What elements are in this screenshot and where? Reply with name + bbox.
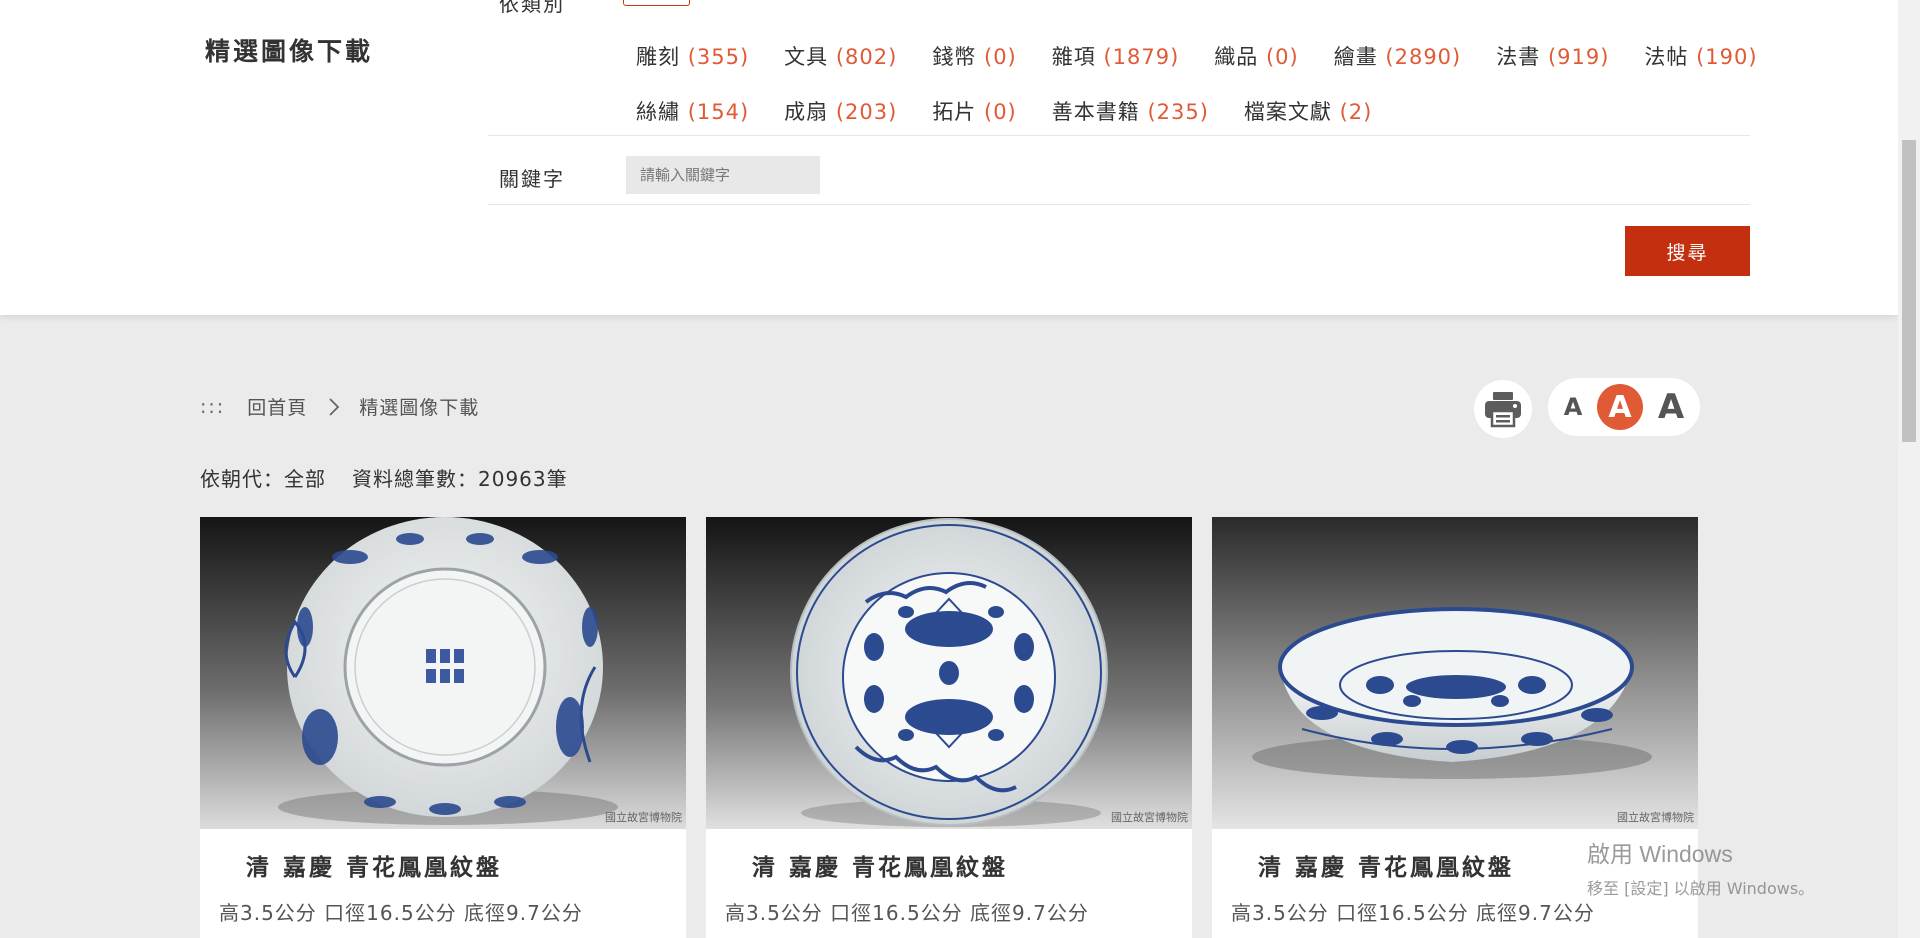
category-item-sculpture[interactable]: 雕刻 (355) [636, 41, 749, 71]
category-item-rare-books[interactable]: 善本書籍 (235) [1052, 96, 1209, 126]
divider [488, 135, 1750, 136]
category-item-embroidery[interactable]: 絲繡 (154) [636, 96, 749, 126]
artifact-image[interactable]: 國立故宮博物院 [200, 517, 686, 829]
windows-activation-title: 啟用 Windows [1587, 841, 1733, 867]
museum-watermark: 國立故宮博物院 [605, 811, 682, 824]
divider [488, 204, 1750, 205]
artifact-title[interactable]: 清 嘉慶 青花鳳凰紋盤 [1258, 848, 1514, 882]
font-size-large-button[interactable]: A [1652, 387, 1690, 427]
total-count: 資料總筆數：20963筆 [352, 467, 568, 491]
font-size-small-button[interactable]: A [1558, 393, 1588, 421]
museum-watermark: 國立故宮博物院 [1111, 811, 1188, 824]
chevron-right-icon [325, 396, 343, 418]
print-button[interactable] [1474, 380, 1532, 438]
category-row: 絲繡 (154) 成扇 (203) 拓片 (0) 善本書籍 (235) 檔案文獻… [636, 83, 1766, 138]
artifact-image[interactable]: 國立故宮博物院 [1212, 517, 1698, 829]
windows-activation-hint: 移至 [設定] 以啟用 Windows。 [1587, 879, 1815, 898]
category-item-calligraphy[interactable]: 法書 (919) [1496, 41, 1609, 71]
category-list: 雕刻 (355) 文具 (802) 錢幣 (0) 雜項 (1879) 織品 (0… [636, 28, 1766, 138]
scrollbar-thumb[interactable] [1902, 140, 1916, 442]
category-item-painting[interactable]: 繪畫 (2890) [1334, 41, 1462, 71]
vertical-scrollbar[interactable] [1898, 0, 1920, 938]
artifact-title[interactable]: 清 嘉慶 青花鳳凰紋盤 [752, 848, 1008, 882]
museum-watermark: 國立故宮博物院 [1617, 811, 1694, 824]
artifact-dimensions: 高3.5公分 口徑16.5公分 底徑9.7公分 [219, 901, 583, 925]
font-size-medium-button[interactable]: A [1597, 384, 1643, 430]
search-button[interactable]: 搜尋 [1625, 226, 1750, 276]
windows-activation-watermark: 啟用 Windows 移至 [設定] 以啟用 Windows。 [1587, 835, 1814, 899]
category-item-archives[interactable]: 檔案文獻 (2) [1244, 96, 1372, 126]
breadcrumb-home-link[interactable]: 回首頁 [247, 393, 307, 420]
result-card[interactable]: 國立故宮博物院 清 嘉慶 青花鳳凰紋盤 高3.5公分 口徑16.5公分 底徑9.… [706, 517, 1192, 938]
font-size-switcher: A A A [1548, 378, 1700, 436]
category-item-miscellaneous[interactable]: 雜項 (1879) [1052, 41, 1180, 71]
category-item-fans[interactable]: 成扇 (203) [784, 96, 897, 126]
printer-icon [1485, 392, 1521, 428]
artifact-image[interactable]: 國立故宮博物院 [706, 517, 1192, 829]
breadcrumb: ::: 回首頁 精選圖像下載 [200, 393, 479, 420]
artifact-dimensions: 高3.5公分 口徑16.5公分 底徑9.7公分 [1231, 901, 1595, 925]
keyword-label: 關鍵字 [499, 167, 565, 191]
result-summary: 依朝代：全部 資料總筆數：20963筆 [200, 463, 568, 492]
category-item-stationery[interactable]: 文具 (802) [784, 41, 897, 71]
category-item-rubbings-copybook[interactable]: 法帖 (190) [1644, 41, 1757, 71]
artifact-dimensions: 高3.5公分 口徑16.5公分 底徑9.7公分 [725, 901, 1089, 925]
category-item-rubbings[interactable]: 拓片 (0) [932, 96, 1016, 126]
category-filter-label: 依類別 [499, 0, 565, 16]
artifact-title[interactable]: 清 嘉慶 青花鳳凰紋盤 [246, 848, 502, 882]
category-item-coins[interactable]: 錢幣 (0) [932, 41, 1016, 71]
result-card[interactable]: 國立故宮博物院 清 嘉慶 青花鳳凰紋盤 高3.5公分 口徑16.5公分 底徑9.… [200, 517, 686, 938]
category-item-textiles[interactable]: 織品 (0) [1214, 41, 1298, 71]
section-title: 精選圖像下載 [205, 37, 374, 66]
category-row: 雕刻 (355) 文具 (802) 錢幣 (0) 雜項 (1879) 織品 (0… [636, 28, 1766, 83]
category-all-active-tab[interactable] [623, 0, 690, 6]
breadcrumb-current: 精選圖像下載 [359, 397, 480, 419]
keyword-input[interactable] [626, 156, 820, 194]
dynasty-filter-status: 依朝代：全部 [200, 467, 326, 491]
accesskey-marker[interactable]: ::: [200, 396, 225, 418]
filter-panel: 精選圖像下載 依類別 雕刻 (355) 文具 (802) 錢幣 (0) 雜項 (… [0, 0, 1898, 315]
